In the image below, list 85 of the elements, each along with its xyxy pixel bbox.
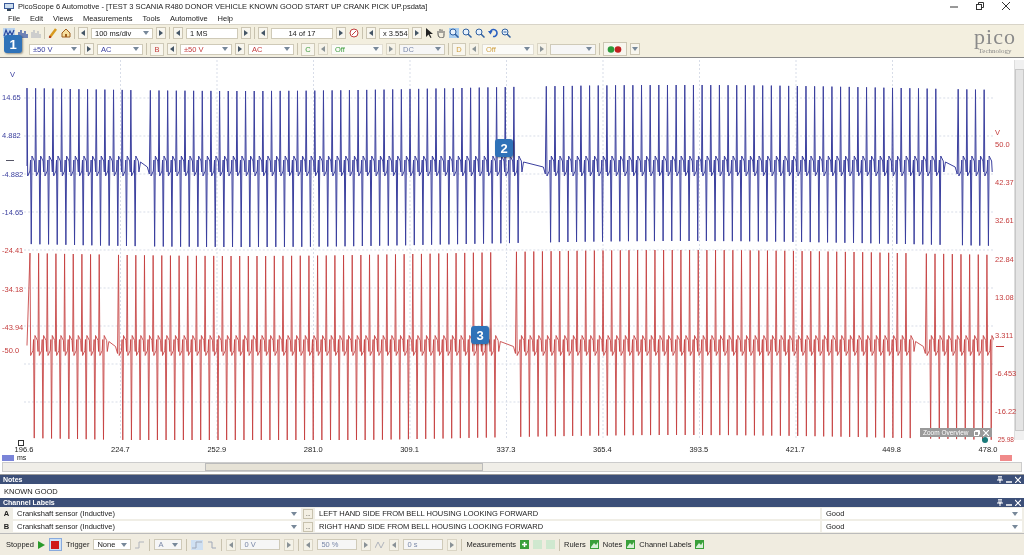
callout-badge: 1 — [4, 35, 22, 53]
caret-icon — [284, 47, 290, 51]
horizontal-scrollbar[interactable] — [2, 462, 1022, 472]
zoom-in-icon[interactable] — [462, 28, 472, 38]
right-arrow-icon — [87, 46, 91, 52]
right-arrow-icon — [238, 46, 242, 52]
previous-button[interactable] — [78, 27, 88, 39]
caret-icon — [222, 47, 228, 51]
caret-icon — [291, 511, 297, 516]
previous-button[interactable] — [366, 27, 376, 39]
next-button[interactable] — [412, 27, 422, 39]
caret-icon — [1012, 511, 1018, 516]
left-arrow-icon — [392, 541, 397, 548]
app-icon — [4, 1, 14, 11]
left-arrow-icon — [176, 30, 180, 36]
picture-toggle-icon[interactable] — [626, 540, 636, 549]
next-button[interactable] — [241, 27, 251, 39]
left-arrow-icon — [306, 541, 311, 548]
previous-button[interactable] — [167, 43, 177, 55]
caret-icon — [121, 542, 128, 547]
caret-icon — [524, 47, 530, 51]
right-arrow-icon — [415, 30, 419, 36]
home-icon[interactable] — [61, 28, 71, 38]
buffer-navigator-icon[interactable] — [349, 28, 359, 38]
right-arrow-icon — [450, 541, 455, 548]
left-arrow-icon — [472, 46, 476, 52]
add-icon[interactable] — [520, 540, 530, 549]
right-arrow-icon — [540, 46, 544, 52]
stop-button[interactable] — [48, 538, 62, 551]
right-arrow-icon — [159, 30, 163, 36]
caret-icon — [172, 542, 179, 547]
logo-text: pico — [974, 27, 1016, 47]
scale-tag[interactable] — [1000, 454, 1012, 461]
restore-icon[interactable] — [976, 2, 984, 10]
left-arrow-icon — [261, 30, 265, 36]
previous-button[interactable] — [258, 27, 268, 39]
undo-zoom-icon[interactable] — [488, 28, 498, 38]
scale-tag[interactable] — [2, 454, 14, 461]
vertical-scrollbar[interactable] — [1014, 60, 1024, 440]
traffic-dots-icon — [607, 45, 623, 53]
caret-icon — [71, 47, 77, 51]
play-icon[interactable] — [37, 540, 45, 549]
pin-icon[interactable] — [997, 476, 1003, 483]
caret-icon — [1012, 524, 1018, 529]
next-button[interactable] — [235, 43, 245, 55]
left-arrow-icon — [369, 30, 373, 36]
dropdown-button[interactable] — [630, 43, 640, 55]
zoom-out-icon[interactable] — [475, 28, 485, 38]
pin-icon[interactable] — [997, 499, 1003, 506]
previous-button[interactable] — [173, 27, 183, 39]
next-button[interactable] — [84, 43, 94, 55]
next-button[interactable] — [336, 27, 346, 39]
left-arrow-icon — [170, 46, 174, 52]
left-arrow-icon — [321, 46, 325, 52]
spectrum-icon[interactable] — [18, 28, 28, 38]
ruler-handle[interactable] — [18, 440, 24, 446]
picture-toggle-icon[interactable] — [589, 540, 599, 549]
right-arrow-icon — [389, 46, 393, 52]
callout-badge: 2 — [495, 139, 513, 157]
channel-colors-button[interactable] — [603, 42, 627, 56]
caret-icon — [373, 47, 379, 51]
callout-badge: 3 — [471, 326, 489, 344]
marker-dot-icon — [982, 437, 988, 443]
caret-icon — [291, 524, 297, 529]
right-arrow-icon — [287, 541, 292, 548]
right-arrow-icon — [339, 30, 343, 36]
stop-icon — [51, 540, 60, 549]
close-icon[interactable] — [1002, 2, 1010, 10]
zero-marker — [996, 346, 1004, 347]
zoom-to-fit-icon[interactable] — [501, 28, 511, 38]
zero-marker — [6, 160, 14, 161]
zoom-icon[interactable] — [449, 28, 459, 38]
next-button[interactable] — [156, 27, 166, 39]
caret-icon — [586, 47, 592, 51]
left-arrow-icon — [229, 541, 234, 548]
caret-icon — [143, 31, 149, 35]
probe-icon[interactable] — [48, 28, 58, 38]
picture-toggle-icon[interactable] — [695, 540, 705, 549]
left-arrow-icon — [81, 30, 85, 36]
right-arrow-icon — [244, 30, 248, 36]
caret-icon — [435, 47, 441, 51]
pointer-icon[interactable] — [425, 28, 433, 38]
caret-icon — [632, 47, 638, 51]
caret-icon — [133, 47, 139, 51]
right-arrow-icon — [364, 541, 369, 548]
